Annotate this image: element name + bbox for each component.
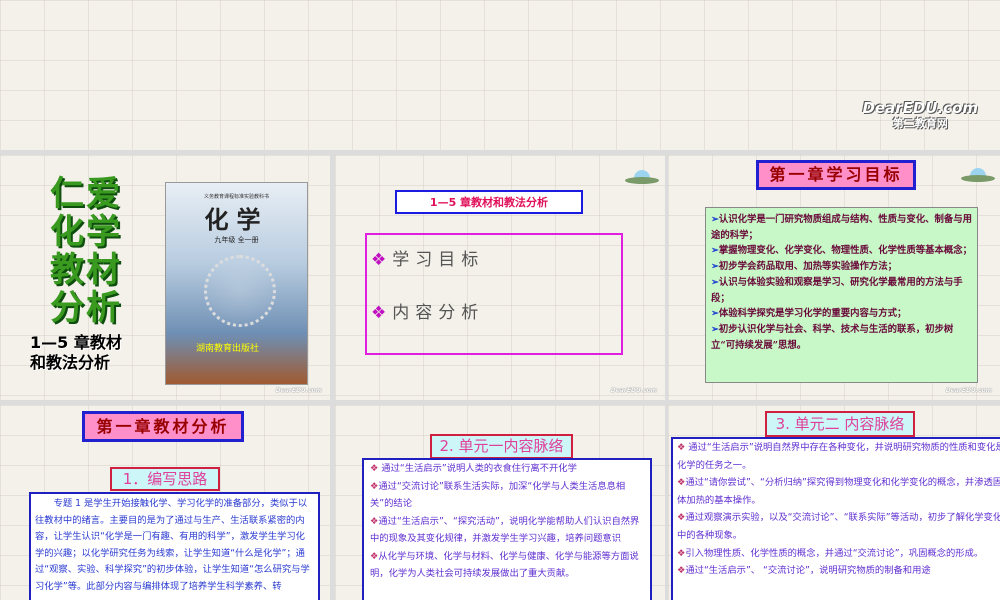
slide-thumbnail-5[interactable]: 2. 单元一内容脉络 ❖ 通过“生活启示”说明人类的衣食住行离不开化学 ❖通过“… [335,405,665,600]
slide-thumbnail-4[interactable]: 第一章教材分析 1．编写思路 专题 1 是学生开始接触化学、学习化学的准备部分，… [0,405,330,600]
slide-thumbnail-6[interactable]: 3. 单元二 内容脉络 ❖ 通过“生活启示”说明自然界中存在各种变化，并说明研究… [668,405,1000,600]
section-heading: 3. 单元二 内容脉络 [765,411,915,437]
ufo-icon [961,168,995,182]
outline-box: ❖学习目标 ❖内容分析 [365,233,623,355]
outline-item: ❖内容分析 [371,303,485,323]
outline-item: ❖学习目标 [371,250,485,270]
slide-thumbnail-3[interactable]: 第一章学习目标 ➢认识化学是一门研究物质组成与结构、性质与变化、制备与用途的科学… [668,155,1000,400]
slide-title: 第一章学习目标 [756,160,916,190]
slide-thumbnail-1[interactable]: 仁爱 化学 教材 分析 1—5 章教材 和教法分析 义务教育课程标准实验教科书 化… [0,155,330,400]
ufo-icon [625,170,659,184]
mini-logo: DearEDU.com [275,387,322,394]
slide-title: 第一章教材分析 [82,411,244,442]
text-box: 专题 1 是学生开始接触化学、学习化学的准备部分，类似于以往教材中的绪言。主要目… [29,492,320,600]
mini-logo: DearEDU.com [610,387,657,394]
slide-header: 1—5 章教材和教法分析 [395,190,583,214]
content-box: ❖ 通过“生活启示”说明自然界中存在各种变化，并说明研究物质的性质和变化是化学的… [671,437,1000,600]
fullerene-molecule-icon [204,255,276,327]
slide-preview-top[interactable]: DearEDU.com 第二教育网 [0,0,1000,150]
textbook-cover-image: 义务教育课程标准实验教科书 化学 九年级 全一册 湖南教育出版社 [165,182,308,385]
goals-list: ➢认识化学是一门研究物质组成与结构、性质与变化、制备与用途的科学； ➢掌握物理变… [705,207,978,383]
section-heading: 1．编写思路 [110,467,220,491]
slide-big-title: 仁爱 化学 教材 分析 [50,174,122,328]
slide-subtitle: 1—5 章教材 和教法分析 [30,333,122,372]
section-heading: 2. 单元一内容脉络 [430,434,573,459]
dearedu-logo: DearEDU.com 第二教育网 [862,99,978,130]
slide-thumbnail-2[interactable]: 1—5 章教材和教法分析 ❖学习目标 ❖内容分析 DearEDU.com [335,155,665,400]
content-box: ❖ 通过“生活启示”说明人类的衣食住行离不开化学 ❖通过“交流讨论”联系生活实际… [362,458,652,600]
mini-logo: DearEDU.com [945,387,992,394]
